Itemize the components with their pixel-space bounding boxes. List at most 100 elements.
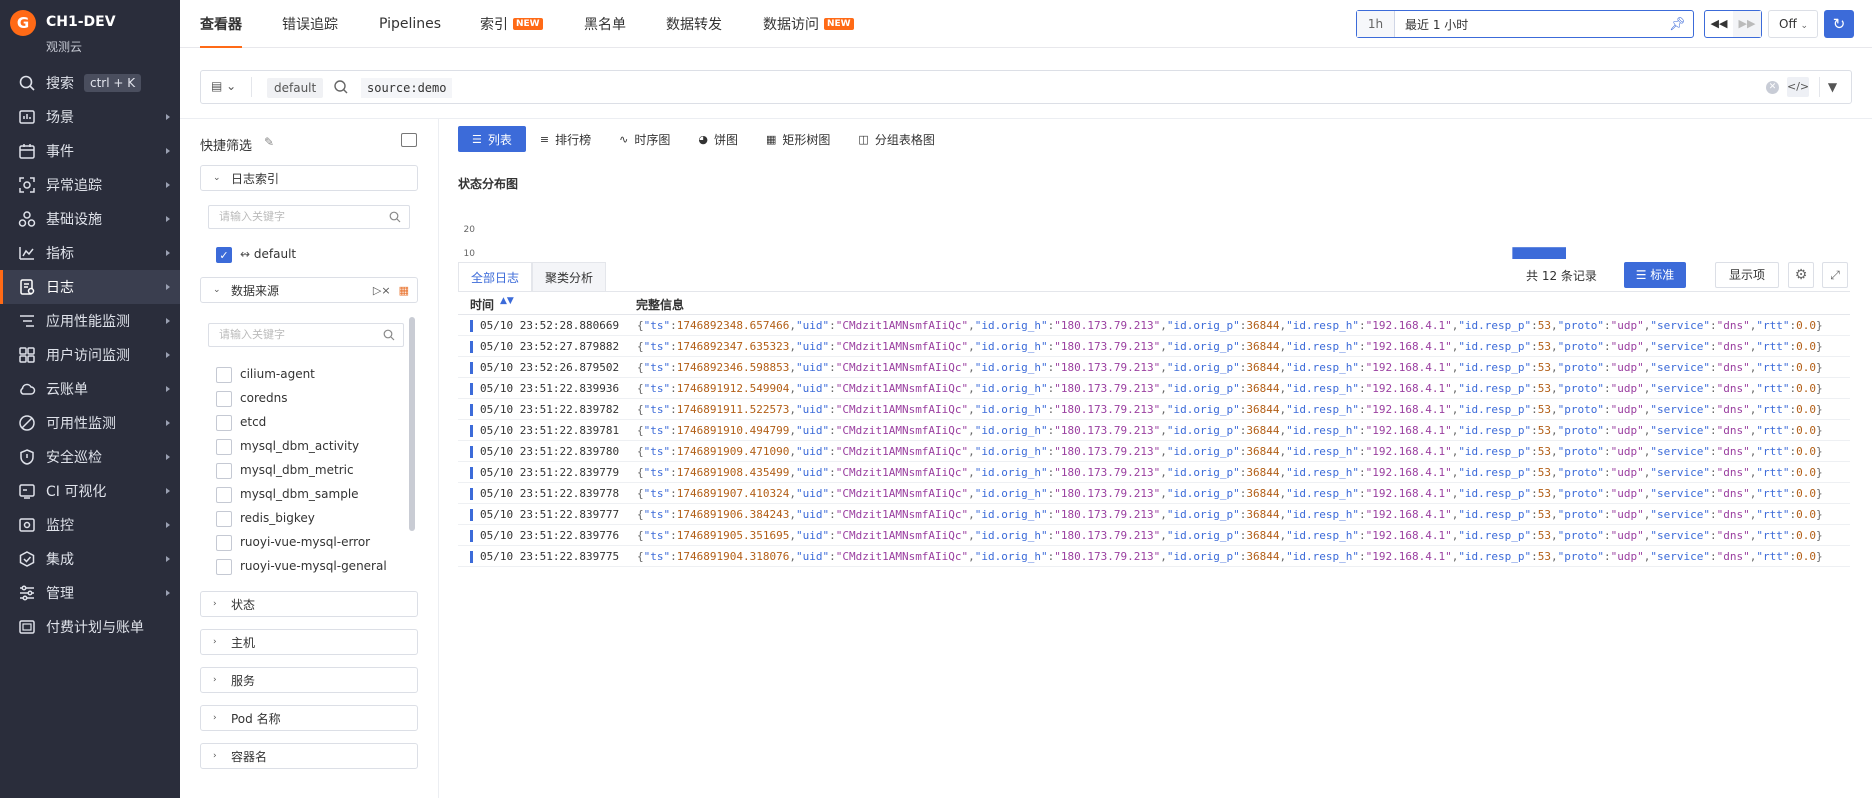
collapse-panel-icon[interactable]: [401, 133, 417, 147]
main-content: ☰列表 ≡排行榜 ∿时序图 ◕饼图 ▦矩形树图 ◫分组表格图 状态分布图 010…: [440, 119, 1872, 798]
sidebar-item-billing[interactable]: 付费计划与账单: [0, 610, 180, 644]
tab-treemap-view[interactable]: ▦ 矩形树图: [752, 126, 844, 152]
checkbox-source[interactable]: [216, 511, 232, 527]
sidebar-item-monitor[interactable]: 监控: [0, 508, 180, 542]
sidebar-item-logs[interactable]: 日志: [0, 270, 180, 304]
section-status[interactable]: › 状态: [200, 591, 418, 617]
checkbox-source[interactable]: [216, 367, 232, 383]
table-row[interactable]: 05/10 23:51:22.839936 {"ts":1746891912.54…: [458, 378, 1850, 399]
table-row[interactable]: 05/10 23:51:22.839775 {"ts":1746891904.31…: [458, 546, 1850, 567]
query-mode-icon[interactable]: ▤ ⌄: [211, 79, 241, 97]
sort-icon[interactable]: ▲▼: [500, 296, 514, 306]
display-columns-button[interactable]: 显示项: [1715, 262, 1779, 288]
tab-list-view[interactable]: ☰ 列表: [458, 126, 526, 152]
column-header-time[interactable]: 时间: [470, 296, 494, 313]
section-container[interactable]: › 容器名: [200, 743, 418, 769]
edit-icon[interactable]: ✎: [264, 135, 274, 149]
sidebar-item-events[interactable]: 事件: [0, 134, 180, 168]
bug-scan-icon: [18, 176, 36, 194]
tab-data-forwarding[interactable]: 数据转发: [666, 0, 722, 48]
fast-forward-icon[interactable]: ▶▶: [1733, 11, 1761, 37]
tab-error-tracking[interactable]: 错误追踪: [282, 0, 338, 48]
code-view-icon[interactable]: </>: [1787, 77, 1809, 97]
time-quick-select[interactable]: 1h: [1357, 11, 1395, 37]
refresh-button[interactable]: ↻: [1824, 10, 1854, 38]
time-range-picker[interactable]: 1h 最近 1 小时 📌︎: [1356, 10, 1694, 38]
section-pod[interactable]: › Pod 名称: [200, 705, 418, 731]
sidebar-item-scenes[interactable]: 场景: [0, 100, 180, 134]
placeholder: 请输入关键字: [219, 210, 285, 223]
chevron-down-icon: ⌄: [1800, 21, 1809, 31]
table-row[interactable]: 05/10 23:51:22.839781 {"ts":1746891910.49…: [458, 420, 1850, 441]
checkbox-source[interactable]: [216, 487, 232, 503]
sidebar-item-infrastructure[interactable]: 基础设施: [0, 202, 180, 236]
table-row[interactable]: 05/10 23:51:22.839777 {"ts":1746891906.38…: [458, 504, 1850, 525]
table-row[interactable]: 05/10 23:52:27.879882 {"ts":1746892347.63…: [458, 336, 1850, 357]
status-histogram[interactable]: 0102022:52:4022:5523:0023:0523:1023:1523…: [440, 189, 1872, 259]
sidebar-item-management[interactable]: 管理: [0, 576, 180, 610]
gear-icon[interactable]: ⚙: [1788, 262, 1814, 288]
y-tick-label: 10: [464, 249, 476, 259]
tab-index[interactable]: 索引 NEW: [480, 0, 543, 48]
sidebar-item-label: 可用性监测: [46, 416, 116, 432]
checkbox-source[interactable]: [216, 415, 232, 431]
scrollbar[interactable]: [409, 317, 415, 543]
checkbox-source[interactable]: [216, 559, 232, 575]
tab-data-access[interactable]: 数据访问 NEW: [763, 0, 854, 48]
checkbox-source[interactable]: [216, 535, 232, 551]
checkbox-source[interactable]: [216, 391, 232, 407]
tab-grouped-table-view[interactable]: ◫ 分组表格图: [844, 126, 948, 152]
tab-ranking-view[interactable]: ≡ 排行榜: [526, 126, 605, 152]
sidebar-item-metrics[interactable]: 指标: [0, 236, 180, 270]
workspace-name[interactable]: CH1-DEV: [46, 14, 116, 30]
clear-icon[interactable]: ✕: [1766, 81, 1779, 94]
index-search-input[interactable]: 请输入关键字: [208, 205, 410, 229]
section-data-source[interactable]: ⌄ 数据来源 ▷× ▦: [200, 277, 418, 303]
settings-grid-icon[interactable]: ▦: [399, 284, 409, 297]
sidebar-item-error-tracking[interactable]: 异常追踪: [0, 168, 180, 202]
section-log-index[interactable]: ⌄ 日志索引: [200, 165, 418, 191]
tab-blacklist[interactable]: 黑名单: [584, 0, 626, 48]
index-selector[interactable]: default: [267, 78, 324, 98]
checkbox-source[interactable]: [216, 463, 232, 479]
tab-pipelines[interactable]: Pipelines: [379, 0, 441, 48]
pin-icon[interactable]: 📌︎: [1669, 17, 1693, 32]
scrollbar-thumb[interactable]: [409, 317, 415, 531]
tab-label: 饼图: [713, 132, 738, 147]
sidebar-item-security[interactable]: 安全巡检: [0, 440, 180, 474]
clear-filter-icon[interactable]: ▷×: [373, 284, 391, 297]
table-row[interactable]: 05/10 23:52:28.880669 {"ts":1746892348.65…: [458, 315, 1850, 336]
auto-refresh-select[interactable]: Off ⌄: [1768, 10, 1818, 38]
sidebar-item-synthetics[interactable]: 可用性监测: [0, 406, 180, 440]
sidebar-item-ci[interactable]: CI 可视化: [0, 474, 180, 508]
table-row[interactable]: 05/10 23:51:22.839779 {"ts":1746891908.43…: [458, 462, 1850, 483]
checkbox-source[interactable]: [216, 439, 232, 455]
tab-cluster-analysis[interactable]: 聚类分析: [532, 262, 607, 292]
filter-settings-icon[interactable]: ▼: [1819, 77, 1845, 97]
fullscreen-icon[interactable]: ⤢: [1822, 262, 1848, 288]
tab-all-logs[interactable]: 全部日志: [458, 262, 533, 292]
table-row[interactable]: 05/10 23:51:22.839780 {"ts":1746891909.47…: [458, 441, 1850, 462]
sidebar-item-integrations[interactable]: 集成: [0, 542, 180, 576]
checkbox-default-index[interactable]: ✓: [216, 247, 232, 263]
sidebar-item-apm[interactable]: 应用性能监测: [0, 304, 180, 338]
view-tabs: ☰ 列表 ≡ 排行榜 ∿ 时序图 ◕ 饼图 ▦ 矩形树图 ◫ 分组表格图: [458, 126, 949, 152]
sidebar-item-rum[interactable]: 用户访问监测: [0, 338, 180, 372]
tab-pie-view[interactable]: ◕ 饼图: [684, 126, 752, 152]
table-row[interactable]: 05/10 23:52:26.879502 {"ts":1746892346.59…: [458, 357, 1850, 378]
rewind-icon[interactable]: ◀◀: [1705, 11, 1733, 37]
section-service[interactable]: › 服务: [200, 667, 418, 693]
histogram-bar: [1512, 247, 1566, 259]
section-label: 容器名: [231, 749, 268, 764]
standard-mode-button[interactable]: ☰ 标准: [1624, 262, 1686, 288]
tab-explorer[interactable]: 查看器: [200, 0, 242, 48]
table-row[interactable]: 05/10 23:51:22.839782 {"ts":1746891911.52…: [458, 399, 1850, 420]
section-host[interactable]: › 主机: [200, 629, 418, 655]
tab-timeseries-view[interactable]: ∿ 时序图: [605, 126, 684, 152]
sidebar-item-cloud-billing[interactable]: 云账单: [0, 372, 180, 406]
table-row[interactable]: 05/10 23:51:22.839778 {"ts":1746891907.41…: [458, 483, 1850, 504]
table-row[interactable]: 05/10 23:51:22.839776 {"ts":1746891905.35…: [458, 525, 1850, 546]
sidebar-item-search[interactable]: 搜索 ctrl + K: [0, 66, 180, 100]
source-search-input[interactable]: 请输入关键字: [208, 323, 404, 347]
query-input[interactable]: source:demo: [361, 78, 453, 98]
